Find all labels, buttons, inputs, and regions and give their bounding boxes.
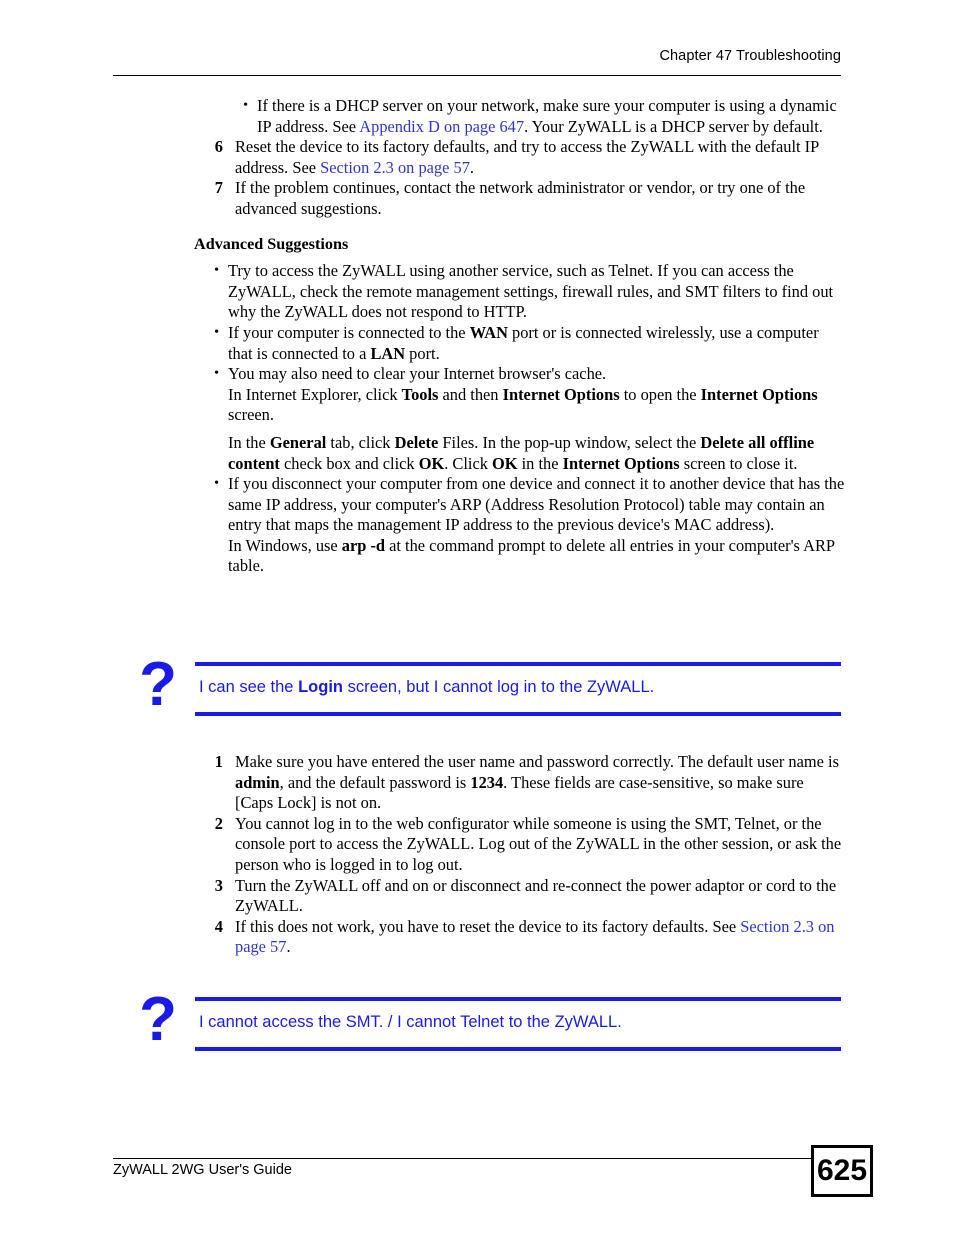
callout-1-steps: 1 Make sure you have entered the user na…	[113, 752, 845, 958]
emphasis-internet-options: Internet Options	[562, 453, 680, 473]
text-segment: .	[286, 937, 291, 957]
text-segment: In Internet Explorer, click	[228, 384, 402, 404]
callout-top-rule	[195, 997, 841, 1001]
document-page: Chapter 47 Troubleshooting • If there is…	[0, 0, 954, 1235]
text-segment: screen.	[228, 405, 274, 425]
callout-top-rule	[195, 662, 841, 666]
list-item-text: You may also need to clear your Internet…	[228, 364, 607, 384]
cross-reference-link[interactable]: Section 2.3 on page 57	[320, 158, 470, 177]
text-segment: Files. In the pop-up window, select the	[438, 432, 701, 452]
numbered-step: 3 Turn the ZyWALL off and on or disconne…	[113, 876, 845, 917]
step-number: 3	[214, 875, 223, 895]
emphasis-internet-options: Internet Options	[700, 384, 818, 404]
question-callout: ? I cannot access the SMT. / I cannot Te…	[113, 985, 841, 1057]
footer-divider	[113, 1158, 813, 1159]
header-divider	[113, 75, 841, 76]
numbered-step: 4 If this does not work, you have to res…	[113, 917, 845, 958]
step-number: 2	[214, 813, 223, 833]
list-item: • If there is a DHCP server on your netw…	[113, 96, 845, 137]
text-segment: Make sure you have entered the user name…	[235, 752, 839, 771]
text-segment: . Your ZyWALL is a DHCP server by defaul…	[524, 116, 823, 136]
emphasis-general: General	[269, 432, 327, 452]
emphasis-wan: WAN	[469, 322, 508, 342]
footer-guide-title: ZyWALL 2WG User's Guide	[113, 1162, 292, 1178]
list-item: • If your computer is connected to the W…	[113, 323, 845, 364]
text-segment: check box and click	[279, 453, 419, 473]
continuation-paragraph-general: In the General tab, click Delete Files. …	[113, 433, 845, 474]
emphasis-admin: admin	[235, 772, 280, 792]
cross-reference-link[interactable]: Appendix D on page 647	[359, 117, 524, 136]
emphasis-ok: OK	[492, 453, 518, 473]
step-text: If the problem continues, contact the ne…	[235, 178, 806, 218]
numbered-step: 2 You cannot log in to the web configura…	[113, 814, 845, 876]
step-number: 1	[214, 752, 223, 771]
question-mark-icon: ?	[139, 985, 177, 1054]
emphasis-internet-options: Internet Options	[502, 384, 620, 404]
emphasis-delete: Delete	[394, 432, 439, 452]
list-item-text: If your computer is connected to the WAN…	[219, 323, 845, 364]
numbered-step: 1 Make sure you have entered the user na…	[113, 752, 845, 814]
list-item: • If you disconnect your computer from o…	[113, 474, 845, 536]
list-item-text: Try to access the ZyWALL using another s…	[228, 261, 834, 322]
text-segment: port.	[405, 343, 440, 363]
emphasis-arp-command: arp -d	[341, 535, 386, 555]
list-item: • You may also need to clear your Intern…	[113, 364, 845, 385]
step-text: Turn the ZyWALL off and on or disconnect…	[235, 875, 837, 916]
list-item-text: If there is a DHCP server on your networ…	[248, 96, 845, 137]
text-segment: If your computer is connected to the	[228, 322, 470, 342]
text-segment: . Click	[444, 453, 493, 473]
emphasis-password: 1234	[470, 772, 504, 792]
text-segment: screen, but I cannot log in to the ZyWAL…	[342, 678, 655, 696]
list-item: • Try to access the ZyWALL using another…	[113, 261, 845, 323]
callout-bottom-rule	[195, 712, 841, 716]
text-segment: If this does not work, you have to reset…	[235, 916, 741, 936]
emphasis-lan: LAN	[370, 343, 406, 363]
step-number: 7	[214, 178, 223, 198]
text-segment: I can see the	[199, 678, 299, 696]
step-number: 6	[214, 137, 223, 157]
step-text: Make sure you have entered the user name…	[223, 752, 845, 814]
numbered-step: 7 If the problem continues, contact the …	[113, 178, 845, 219]
step-number: 4	[214, 916, 223, 936]
callout-question-text: I cannot access the SMT. / I cannot Teln…	[199, 1013, 622, 1031]
callout-bottom-rule	[195, 1047, 841, 1051]
bullet-marker: •	[243, 98, 248, 113]
callout-question-text: I can see the Login screen, but I cannot…	[199, 672, 839, 702]
list-item-text: If you disconnect your computer from one…	[228, 474, 845, 535]
section-heading: Advanced Suggestions	[194, 234, 349, 253]
continuation-paragraph-windows: In Windows, use arp -d at the command pr…	[113, 536, 845, 577]
emphasis-login: Login	[298, 678, 343, 696]
emphasis-ok: OK	[418, 453, 445, 473]
text-segment: In Windows, use	[228, 535, 342, 555]
continuation-paragraph-ie: In Internet Explorer, click Tools and th…	[113, 385, 845, 426]
step-text: You cannot log in to the web configurato…	[235, 813, 842, 874]
running-header: Chapter 47 Troubleshooting	[659, 48, 841, 64]
page-number: 625	[811, 1145, 873, 1197]
numbered-step: 6 Reset the device to its factory defaul…	[113, 137, 845, 178]
text-segment: In the	[228, 432, 270, 452]
text-segment: .	[469, 157, 474, 177]
bullet-marker: •	[214, 366, 219, 382]
question-mark-icon: ?	[139, 650, 177, 719]
emphasis-tools: Tools	[401, 384, 439, 404]
text-segment: to open the	[619, 384, 701, 404]
text-segment: screen to close it.	[679, 453, 798, 473]
question-callout: ? I can see the Login screen, but I cann…	[113, 650, 841, 722]
step-text: Reset the device to its factory defaults…	[223, 137, 845, 178]
bullet-marker: •	[214, 476, 219, 492]
text-segment: tab, click	[326, 432, 395, 452]
page-body: • If there is a DHCP server on your netw…	[113, 96, 845, 577]
text-segment: and then	[438, 384, 503, 404]
text-segment: in the	[517, 453, 563, 473]
bullet-marker: •	[214, 324, 219, 340]
text-segment: , and the default password is	[279, 772, 471, 792]
step-text: If this does not work, you have to reset…	[223, 917, 845, 958]
bullet-marker: •	[214, 263, 219, 279]
